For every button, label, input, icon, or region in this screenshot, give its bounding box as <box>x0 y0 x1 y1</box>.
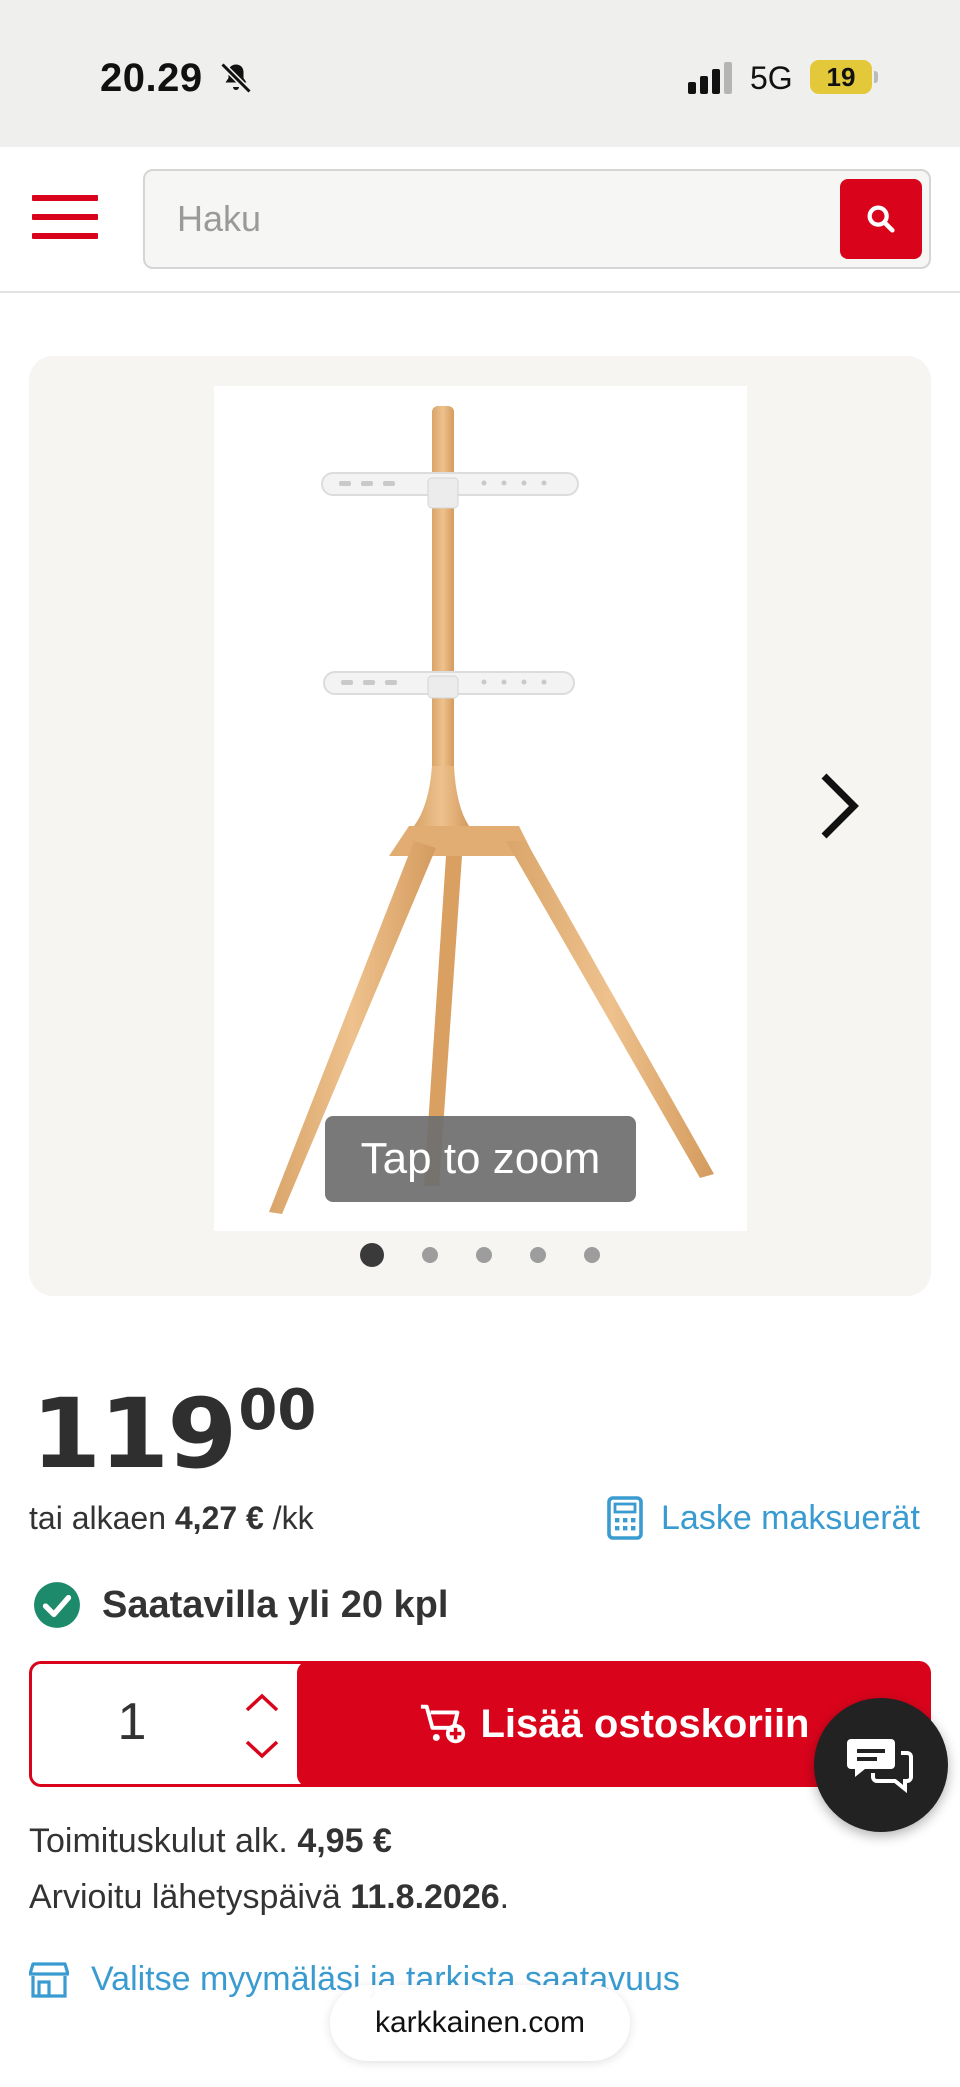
dispatch-end: . <box>499 1878 510 1916</box>
chevron-down-icon[interactable] <box>242 1736 282 1764</box>
chat-button[interactable] <box>814 1698 948 1832</box>
dispatch-label: Arvioitu lähetyspäivä <box>29 1878 341 1916</box>
calculate-installments-link[interactable]: Laske maksuerät <box>607 1496 920 1540</box>
product-price: 11900 <box>31 1378 317 1490</box>
cart-add-icon <box>420 1704 465 1744</box>
bell-muted-icon <box>220 62 252 94</box>
battery-level: 19 <box>810 60 872 94</box>
browser-url-bar[interactable]: karkkainen.com <box>330 1985 630 2061</box>
installment-suffix: /kk <box>272 1500 314 1536</box>
dispatch-date: Arvioitu lähetyspäivä 11.8.2026. <box>29 1878 509 1917</box>
chevron-up-icon[interactable] <box>242 1688 282 1716</box>
gallery-dot[interactable] <box>422 1247 438 1263</box>
product-image[interactable] <box>214 386 747 1231</box>
search-icon <box>867 205 895 233</box>
hamburger-menu-icon[interactable] <box>32 195 98 241</box>
price-main: 119 <box>31 1378 237 1490</box>
quantity-stepper: 1 <box>29 1661 319 1787</box>
search-bar <box>143 169 931 269</box>
signal-icon <box>688 62 732 94</box>
availability-label: Saatavilla yli 20 kpl <box>102 1583 449 1626</box>
gallery-dot[interactable] <box>530 1247 546 1263</box>
quantity-value[interactable]: 1 <box>32 1692 232 1752</box>
network-type: 5G <box>750 60 793 96</box>
installment-amount: 4,27 € <box>174 1500 264 1536</box>
installment-prefix: tai alkaen <box>29 1500 166 1536</box>
gallery-dot[interactable] <box>360 1243 384 1267</box>
gallery-dot[interactable] <box>476 1247 492 1263</box>
add-to-cart-label: Lisää ostoskoriin <box>480 1701 810 1746</box>
tap-to-zoom-label[interactable]: Tap to zoom <box>325 1116 636 1202</box>
gallery-dot[interactable] <box>584 1247 600 1263</box>
status-bar: 20.29 5G 19 <box>0 0 960 147</box>
store-icon <box>29 1961 69 1998</box>
tv-stand-illustration <box>269 406 714 1214</box>
battery-tip <box>874 71 878 83</box>
search-button[interactable] <box>840 179 922 259</box>
installment-info: tai alkaen 4,27 € /kk <box>29 1500 314 1537</box>
shipping-amount: 4,95 € <box>297 1822 392 1860</box>
site-header <box>0 147 960 293</box>
gallery-pagination <box>29 1243 931 1267</box>
check-circle-icon <box>34 1582 80 1628</box>
search-input[interactable] <box>145 171 825 267</box>
dispatch-date-value: 11.8.2026 <box>350 1878 500 1916</box>
chevron-right-icon[interactable] <box>809 766 869 846</box>
shipping-label: Toimituskulut alk. <box>29 1822 288 1860</box>
price-cents: 00 <box>238 1378 317 1443</box>
availability-status: Saatavilla yli 20 kpl <box>32 1580 448 1630</box>
product-gallery: Tap to zoom <box>29 356 931 1296</box>
chat-bubbles-icon <box>847 1739 913 1794</box>
calculate-installments-label: Laske maksuerät <box>661 1498 920 1537</box>
shipping-cost: Toimituskulut alk. 4,95 € <box>29 1822 392 1861</box>
calculator-icon <box>607 1496 643 1540</box>
status-time: 20.29 <box>100 56 203 100</box>
